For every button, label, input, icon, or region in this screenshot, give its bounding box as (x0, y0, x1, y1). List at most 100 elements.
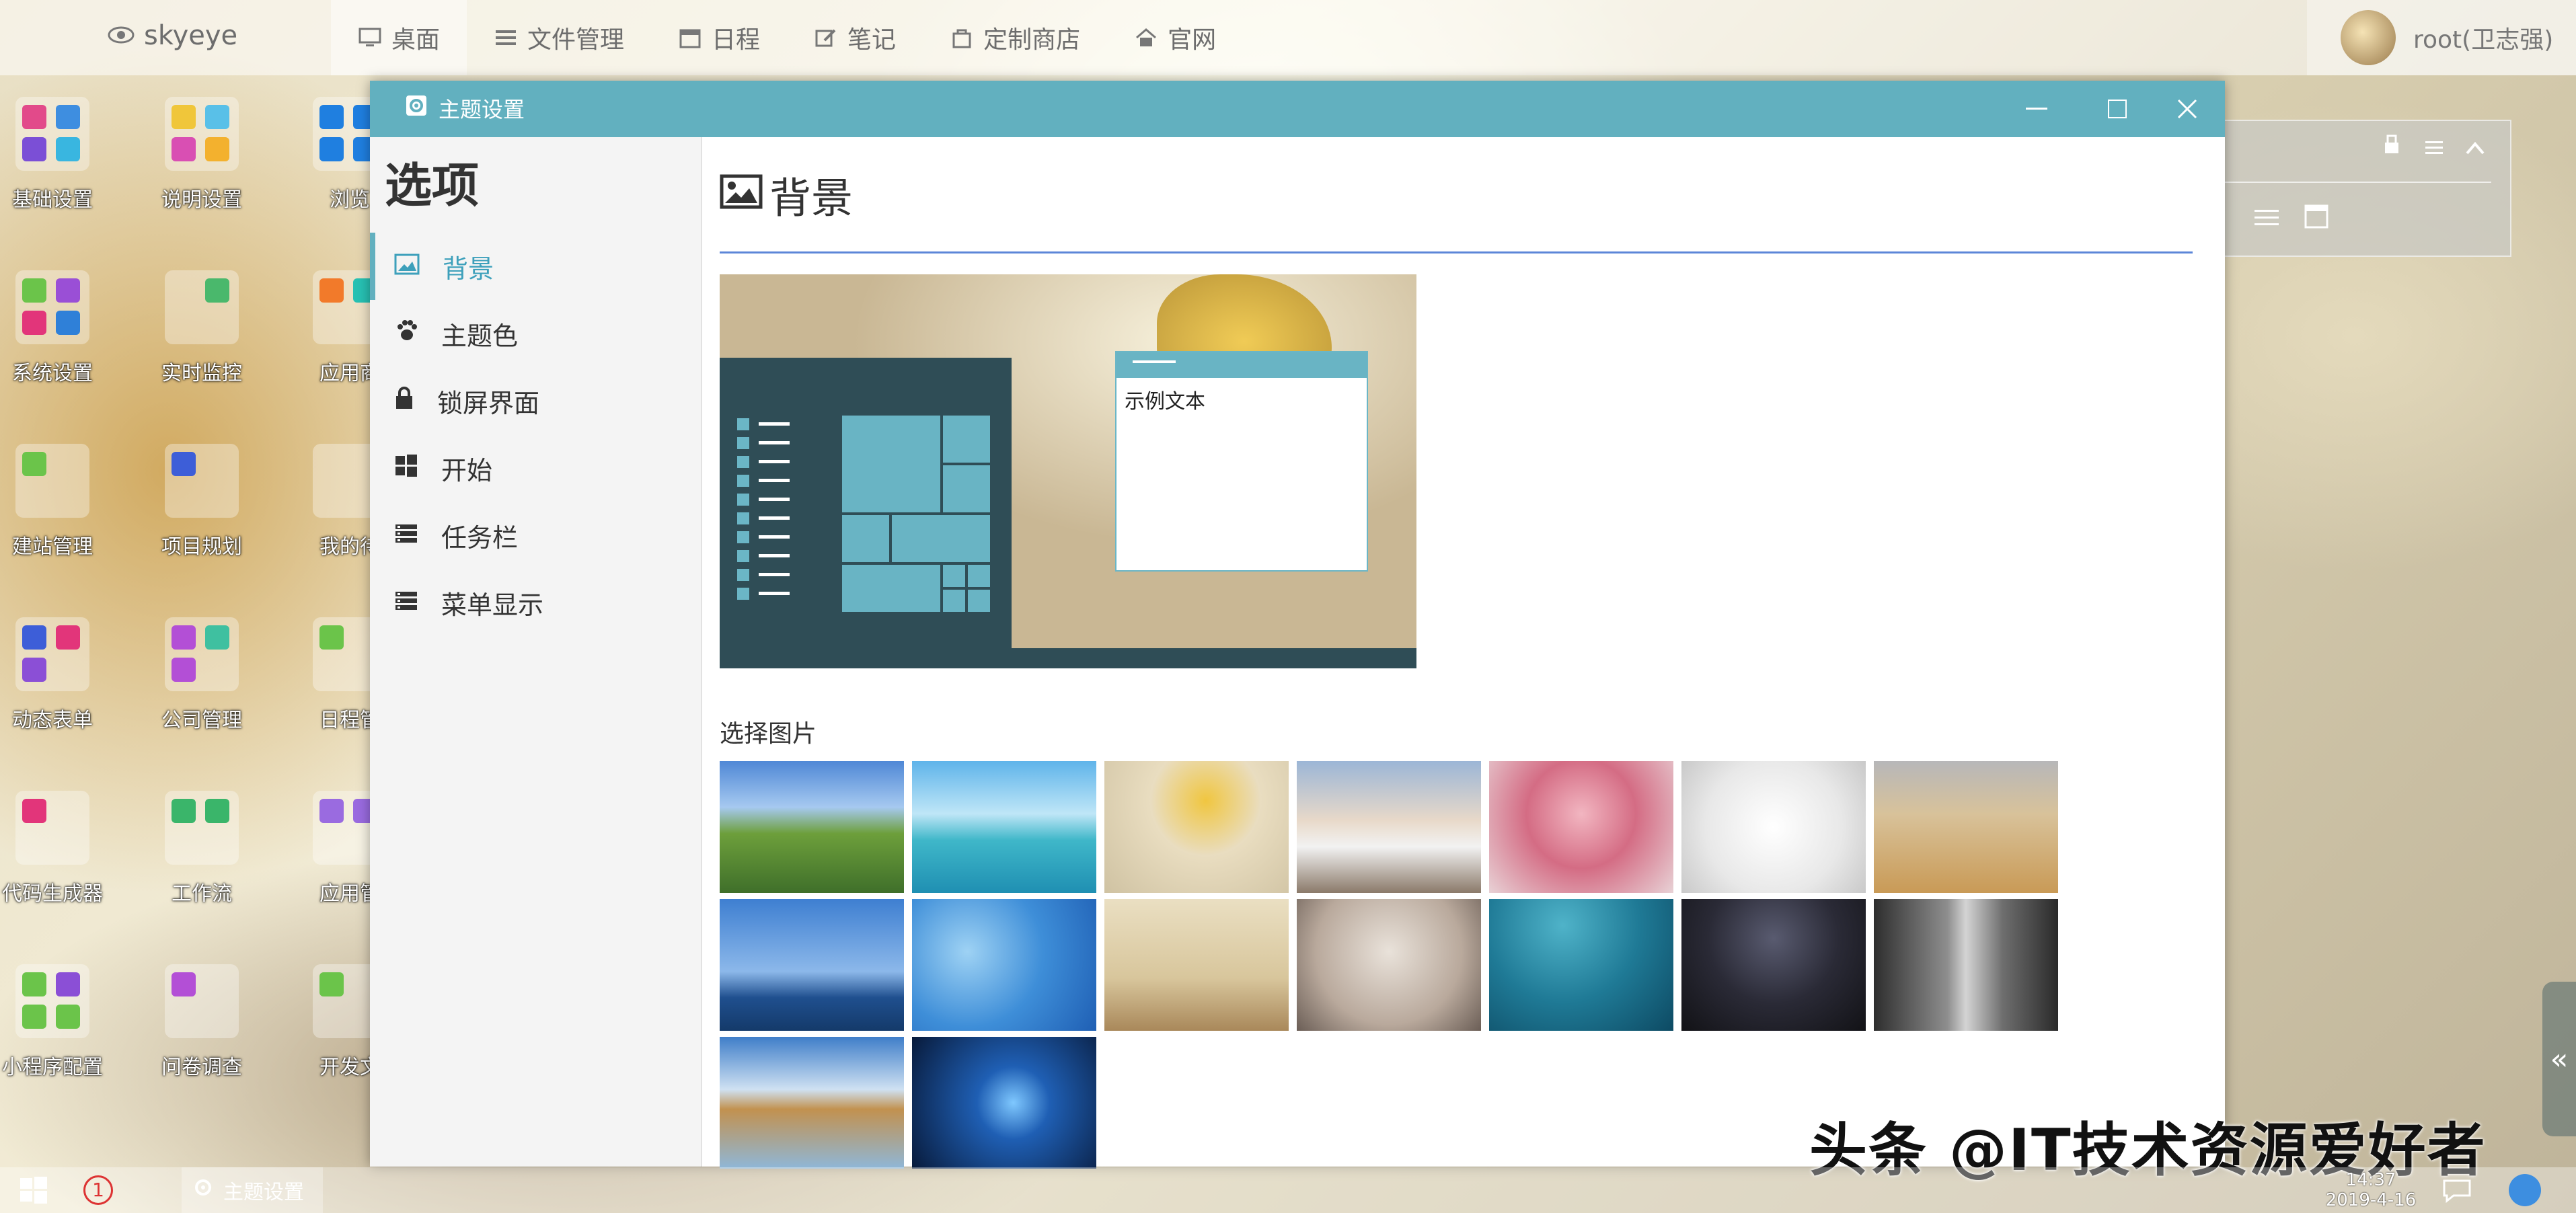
background-panel: 背景 示例文本 选择图片 (720, 137, 2206, 1169)
brand-label: skyeye (144, 20, 238, 51)
menu-display-icon (394, 588, 418, 617)
desktop-icon[interactable]: 建站管理 (0, 444, 126, 559)
wallpaper-thumbnail-wheat-field[interactable] (1874, 761, 2058, 893)
app-tile-icon (165, 964, 239, 1038)
desktop-icon[interactable]: 公司管理 (128, 617, 276, 733)
home-icon (1134, 26, 1158, 50)
clock[interactable]: 14:37 2019-4-16 (2320, 1170, 2421, 1210)
desktop-icon[interactable]: 实时监控 (128, 270, 276, 386)
wallpaper-thumbnail-tropical-beach[interactable] (912, 761, 1096, 893)
menu-item-2[interactable]: 锁屏界面 (370, 367, 701, 434)
desktop-icon[interactable]: 工作流 (128, 791, 276, 906)
minimize-button[interactable] (2016, 89, 2057, 129)
wallpaper-thumbnail-windows-logo-blue[interactable] (912, 1037, 1096, 1169)
app-tile-icon (165, 444, 239, 518)
wallpaper-thumbnail-autumn-leaf-cup[interactable] (1104, 761, 1289, 893)
nav-notes[interactable]: 笔记 (787, 0, 923, 75)
desktop-icon[interactable]: 代码生成器 (0, 791, 126, 906)
wallpaper-thumbnail-ink-bird-branch[interactable] (1681, 761, 1866, 893)
taskbar-app-label: 主题设置 (223, 1181, 304, 1204)
nav-desktop[interactable]: 桌面 (331, 0, 467, 75)
clock-time: 14:37 (2345, 1170, 2396, 1190)
menu-item-4[interactable]: 任务栏 (370, 502, 701, 569)
desktop-icon-label: 说明设置 (161, 188, 242, 212)
app-tile-icon (165, 791, 239, 865)
options-menu: 背景主题色锁屏界面开始 任务栏菜单显示 (370, 233, 701, 636)
nav-website[interactable]: 官网 (1107, 0, 1243, 75)
eye-icon (108, 20, 135, 51)
menu-item-label: 背景 (443, 253, 494, 284)
app-tile-icon (165, 617, 239, 691)
app-tile-icon (15, 444, 89, 518)
lock-icon (394, 386, 414, 416)
windows-logo-icon (20, 1177, 47, 1204)
image-icon (394, 251, 420, 281)
nav-store[interactable]: 定制商店 (923, 0, 1107, 75)
sidebar-title: 选项 (385, 158, 479, 213)
desktop-icon[interactable]: 动态表单 (0, 617, 126, 733)
nav-label: 官网 (1168, 26, 1217, 54)
pen-icon (814, 26, 838, 50)
wallpaper-thumbnail-grey-waterfall[interactable] (1874, 899, 2058, 1031)
start-button[interactable] (19, 1175, 48, 1205)
menu-item-0[interactable]: 背景 (370, 233, 701, 300)
wallpaper-thumbnail-blue-swirl[interactable] (912, 899, 1096, 1031)
theme-settings-window: 主题设置 选项 背景 主题色 锁屏界面 开始 任务栏 菜单显示 背景 示例文本 … (370, 81, 2225, 1169)
desktop-icon[interactable]: 基础设置 (0, 97, 126, 212)
wallpaper-thumbnail-sepia-landscape[interactable] (1104, 899, 1289, 1031)
maximize-button[interactable] (2097, 89, 2137, 129)
options-sidebar: 选项 背景主题色锁屏界面开始 任务栏菜单显示 (370, 137, 702, 1167)
windows-icon (394, 453, 418, 483)
app-tile-icon (15, 964, 89, 1038)
brand[interactable]: skyeye (108, 20, 237, 51)
app-tile-icon (15, 97, 89, 171)
nav-schedule[interactable]: 日程 (651, 0, 787, 75)
wallpaper-thumbnail-sea-rocks-reflection[interactable] (720, 1037, 904, 1169)
menu-item-3[interactable]: 开始 (370, 434, 701, 502)
wallpaper-thumbnail-pink-blossom-tree[interactable] (1489, 761, 1673, 893)
clock-date: 2019-4-16 (2325, 1190, 2417, 1210)
nav-label: 日程 (712, 26, 761, 54)
image-icon (720, 170, 763, 219)
desktop-icon[interactable]: 小程序配置 (0, 964, 126, 1080)
double-chevron-left-icon: « (2550, 1042, 2569, 1077)
bag-icon (950, 26, 974, 50)
notification-bell-icon[interactable] (2509, 1174, 2541, 1206)
desktop-icon-label: 公司管理 (161, 709, 242, 732)
app-tile-icon (165, 97, 239, 171)
wallpaper-thumbnail-underwater-diver[interactable] (1489, 899, 1673, 1031)
desktop-icon-label: 基础设置 (12, 188, 93, 212)
desktop-icon-label: 问卷调查 (161, 1056, 242, 1079)
nav-label: 文件管理 (527, 26, 625, 54)
menu-item-label: 菜单显示 (441, 590, 544, 620)
notification-count-badge[interactable]: 1 (83, 1175, 113, 1205)
wallpaper-thumbnail-snowy-boardwalk[interactable] (1297, 761, 1481, 893)
desktop-icon[interactable]: 项目规划 (128, 444, 276, 559)
wallpaper-thumbnail-sailing-ship[interactable] (720, 899, 904, 1031)
collapse-sidebar-button[interactable]: « (2542, 982, 2576, 1136)
close-button[interactable] (2167, 89, 2207, 129)
desktop-icon-label: 建站管理 (12, 535, 93, 559)
chat-icon[interactable] (2441, 1177, 2472, 1206)
nav-files[interactable]: 文件管理 (467, 0, 651, 75)
desktop-icon-label: 工作流 (172, 882, 232, 906)
calendar-icon (678, 26, 702, 50)
menu-item-5[interactable]: 菜单显示 (370, 569, 701, 636)
top-bar: skyeye 桌面 文件管理 日程 笔记 定制商店 官网 root(卫志强) (0, 0, 2576, 75)
desktop-icon-label: 项目规划 (161, 535, 242, 559)
desktop-icon[interactable]: 说明设置 (128, 97, 276, 212)
window-titlebar[interactable]: 主题设置 (370, 81, 2225, 137)
wallpaper-thumbnail-woman-on-bed[interactable] (1297, 899, 1481, 1031)
desktop-icon[interactable]: 系统设置 (0, 270, 126, 386)
taskbar-app-theme-settings[interactable]: 主题设置 (182, 1167, 323, 1213)
wallpaper-thumbnail-milky-way-tent[interactable] (1681, 899, 1866, 1031)
background-preview: 示例文本 (720, 274, 1416, 668)
wallpaper-thumbnail-grassland-lake[interactable] (720, 761, 904, 893)
preview-taskbar (1012, 648, 1416, 668)
nav-label: 定制商店 (983, 26, 1081, 54)
menu-item-1[interactable]: 主题色 (370, 300, 701, 367)
menu-item-label: 锁屏界面 (437, 388, 540, 418)
choose-image-label: 选择图片 (720, 720, 817, 748)
desktop-icon[interactable]: 问卷调查 (128, 964, 276, 1080)
user-menu[interactable]: root(卫志强) (2307, 0, 2576, 75)
